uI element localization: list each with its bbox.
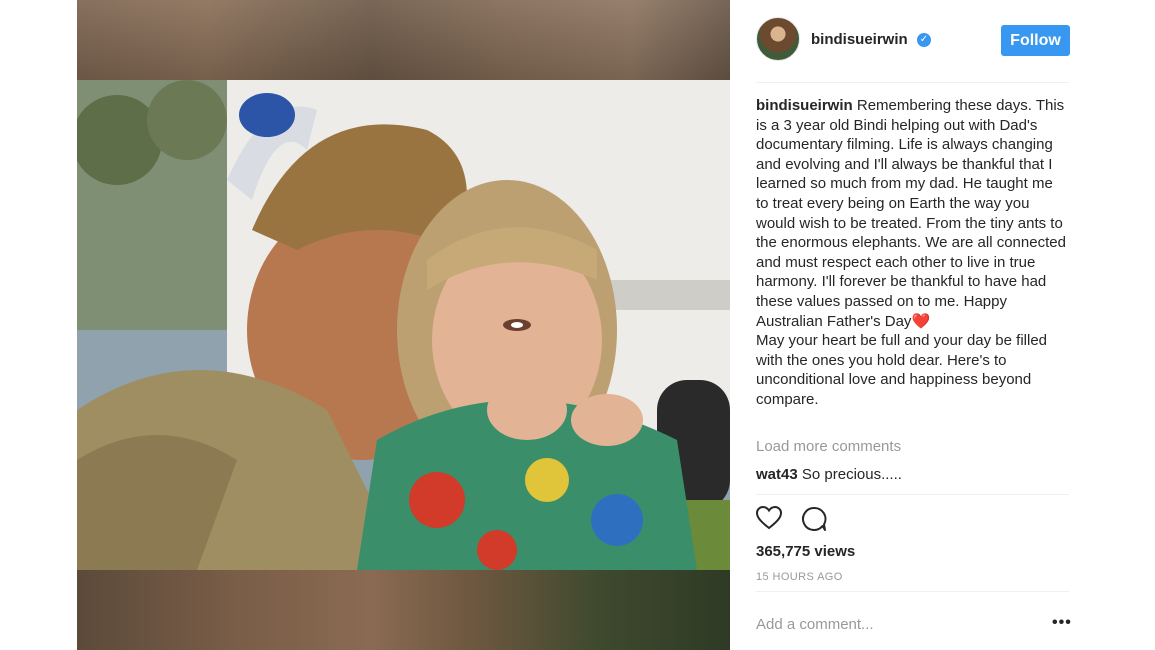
caption-text: Remembering these days. This is a 3 year… [756,97,1066,330]
post-media[interactable] [77,0,730,650]
post-timestamp[interactable]: 15 HOURS AGO [756,571,843,583]
avatar[interactable] [756,17,800,61]
media-blur-top [77,0,730,80]
verified-badge-icon: ✓ [917,33,931,47]
more-options-icon[interactable]: ••• [1052,614,1072,632]
heart-outline-icon[interactable] [755,505,783,535]
comment-item: wat43 So precious..... [756,466,902,483]
load-more-comments-link[interactable]: Load more comments [756,438,901,455]
video-still-image [77,80,730,570]
post-caption: bindisueirwin Remembering these days. Th… [756,96,1069,410]
post-username[interactable]: bindisueirwin [811,31,908,48]
add-comment-input[interactable] [756,614,1046,634]
action-bar [755,505,856,537]
post-side-panel: bindisueirwin ✓ Follow bindisueirwin Rem… [755,0,1072,650]
comment-bubble-icon[interactable] [801,506,827,537]
view-count[interactable]: 365,775 views [756,543,855,560]
post-header: bindisueirwin ✓ Follow [756,17,1070,63]
video-frame[interactable] [77,80,730,570]
caption-text-2: May your heart be full and your day be f… [756,332,1047,408]
header-divider [756,82,1069,83]
follow-button[interactable]: Follow [1001,25,1070,56]
comment-username[interactable]: wat43 [756,466,798,483]
comment-text: So precious..... [797,466,902,483]
caption-username[interactable]: bindisueirwin [756,97,853,114]
comments-divider [756,494,1069,495]
heart-emoji: ❤️ [911,312,931,330]
media-blur-bottom [77,570,730,650]
footer-divider [756,591,1069,592]
